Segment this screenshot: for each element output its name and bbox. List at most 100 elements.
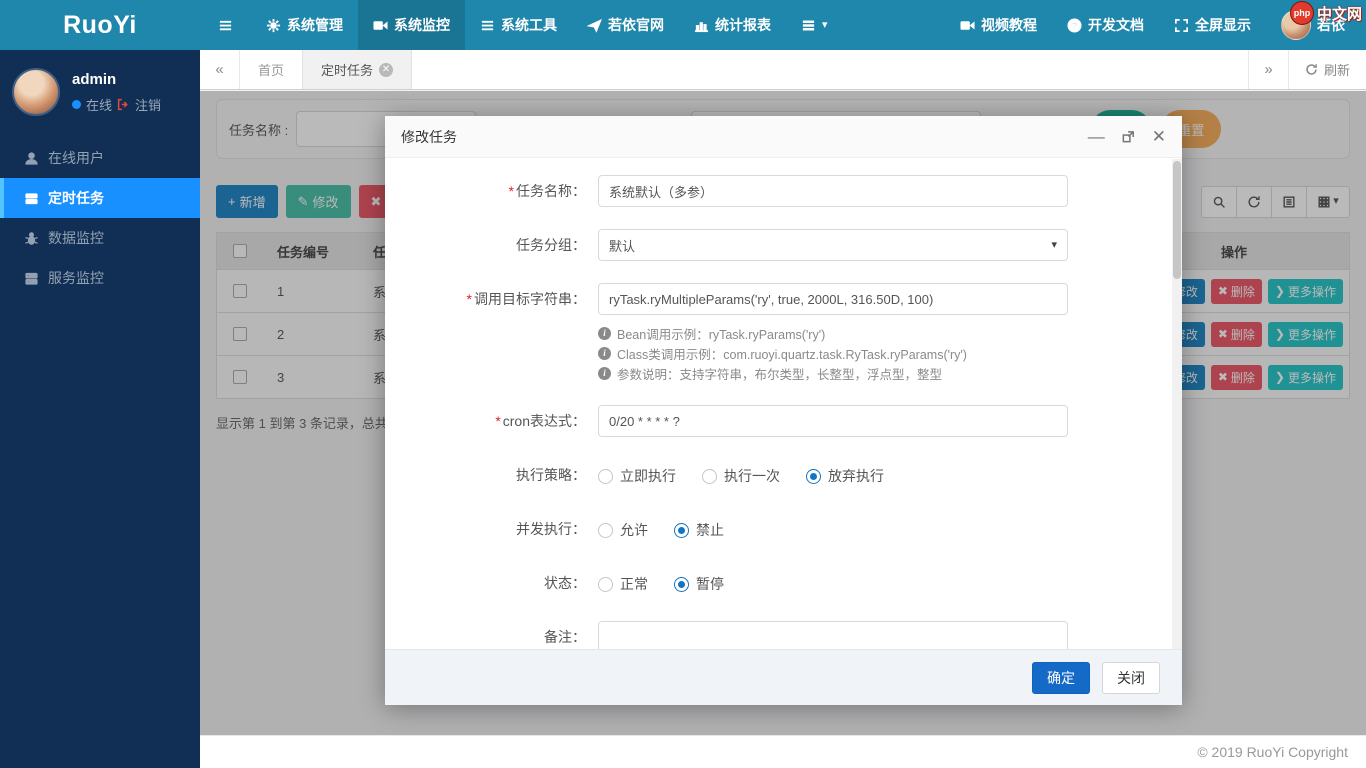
hint-line: iClass类调用示例：com.ruoyi.quartz.task.RyTask… xyxy=(598,343,1068,363)
radio-label: 暂停 xyxy=(696,574,724,594)
form-row-job-group: 任务分组： 默认 ▾ xyxy=(401,229,1172,261)
video-icon xyxy=(960,18,975,33)
app-logo[interactable]: RuoYi xyxy=(0,0,200,50)
close-icon[interactable]: ✕ xyxy=(1152,128,1166,145)
refresh-label: 刷新 xyxy=(1324,60,1350,79)
radio-label: 禁止 xyxy=(696,520,724,540)
policy-label: 执行策略： xyxy=(516,467,586,483)
main-menu: 系统管理 系统监控 系统工具 若依官网 统计报表 ▾ xyxy=(200,0,843,50)
field-label: *cron表达式： xyxy=(401,405,598,437)
required-mark: * xyxy=(509,183,514,199)
field-label: 备注： xyxy=(401,621,598,649)
sidebar-item-label: 数据监控 xyxy=(48,228,104,248)
invoke-target-input[interactable] xyxy=(598,283,1068,315)
sidebar-item-cron-jobs[interactable]: 定时任务 xyxy=(0,178,200,218)
radio-policy-abandon[interactable]: 放弃执行 xyxy=(806,466,884,486)
modal-header: 修改任务 — ✕ xyxy=(385,116,1182,158)
tab-bar: « 首页 定时任务 ✕ » 刷新 xyxy=(200,50,1366,90)
bug-icon xyxy=(24,231,39,246)
info-icon: i xyxy=(598,327,611,340)
watermark-text: 中文网 xyxy=(1317,3,1362,24)
invoke-target-hints: i Bean调用示例：ryTask.ryParams('ry') iClass类调… xyxy=(598,323,1068,383)
list-icon xyxy=(480,18,495,33)
radio-concurrent-allow[interactable]: 允许 xyxy=(598,520,648,540)
field-label: *调用目标字符串： xyxy=(401,283,598,315)
radio-icon xyxy=(806,469,821,484)
scrollbar-thumb[interactable] xyxy=(1173,161,1181,279)
nav-item-video-tutorial[interactable]: 视频教程 xyxy=(945,0,1052,50)
radio-concurrent-forbid[interactable]: 禁止 xyxy=(674,520,724,540)
radio-policy-once[interactable]: 执行一次 xyxy=(702,466,780,486)
form-row-job-name: *任务名称： xyxy=(401,175,1172,207)
sidebar-item-server-monitor[interactable]: 服务监控 xyxy=(0,258,200,298)
site-watermark: php 中文网 xyxy=(1290,1,1362,25)
nav-item-official-site[interactable]: 若依官网 xyxy=(572,0,679,50)
refresh-icon xyxy=(1305,63,1318,76)
cancel-button[interactable]: 关闭 xyxy=(1102,662,1160,694)
radio-status-normal[interactable]: 正常 xyxy=(598,574,648,594)
required-mark: * xyxy=(467,291,472,307)
tab-close-icon[interactable]: ✕ xyxy=(379,63,393,77)
job-group-select[interactable]: 默认 ▾ xyxy=(598,229,1068,261)
job-group-label: 任务分组： xyxy=(516,237,586,253)
logout-icon xyxy=(117,97,130,112)
radio-icon xyxy=(702,469,717,484)
confirm-button[interactable]: 确定 xyxy=(1032,662,1090,694)
nav-item-system-management[interactable]: 系统管理 xyxy=(251,0,358,50)
sidebar-item-label: 在线用户 xyxy=(48,148,104,168)
radio-icon xyxy=(598,523,613,538)
online-label: 在线 xyxy=(86,95,112,114)
logout-link[interactable]: 注销 xyxy=(135,95,161,114)
nav-item-dev-docs[interactable]: ? 开发文档 xyxy=(1052,0,1159,50)
nav-item-system-tools[interactable]: 系统工具 xyxy=(465,0,572,50)
radio-icon xyxy=(674,523,689,538)
nav-item-label: 视频教程 xyxy=(981,15,1037,35)
video-icon xyxy=(373,18,388,33)
info-icon: i xyxy=(598,347,611,360)
php-badge-icon: php xyxy=(1290,1,1314,25)
hamburger-icon xyxy=(218,18,233,33)
caret-down-icon: ▾ xyxy=(822,20,828,31)
field-label: 任务分组： xyxy=(401,229,598,261)
sidebar-toggle-button[interactable] xyxy=(200,0,251,50)
radio-label: 允许 xyxy=(620,520,648,540)
nav-item-label: 系统监控 xyxy=(394,15,450,35)
sidebar-item-label: 服务监控 xyxy=(48,268,104,288)
copyright: © 2019 RuoYi Copyright xyxy=(1197,744,1348,760)
nav-item-fullscreen[interactable]: 全屏显示 xyxy=(1159,0,1266,50)
refresh-tab-button[interactable]: 刷新 xyxy=(1288,50,1366,89)
maximize-icon[interactable] xyxy=(1121,129,1136,144)
modal-footer: 确定 关闭 xyxy=(385,649,1182,705)
hint-text: Bean调用示例：ryTask.ryParams('ry') xyxy=(617,324,825,343)
invoke-target-label: 调用目标字符串： xyxy=(474,291,586,307)
tabs-scroll-right-button[interactable]: » xyxy=(1248,50,1288,89)
cron-label: cron表达式： xyxy=(503,413,586,429)
avatar[interactable] xyxy=(12,68,60,116)
tabs-scroll-left-button[interactable]: « xyxy=(200,50,240,89)
tab-label: 首页 xyxy=(258,60,284,79)
tasks-icon xyxy=(24,191,39,206)
sidebar-item-label: 定时任务 xyxy=(48,188,104,208)
radio-policy-immediate[interactable]: 立即执行 xyxy=(598,466,676,486)
tab-cron-jobs[interactable]: 定时任务 ✕ xyxy=(302,50,412,89)
nav-item-statistics[interactable]: 统计报表 xyxy=(679,0,786,50)
policy-radio-group: 立即执行 执行一次 放弃执行 xyxy=(598,459,1068,486)
remark-textarea[interactable] xyxy=(598,621,1068,649)
user-status-row: 在线 注销 xyxy=(72,95,161,114)
field-label: *任务名称： xyxy=(401,175,598,207)
radio-label: 执行一次 xyxy=(724,466,780,486)
minimize-icon[interactable]: — xyxy=(1088,128,1105,145)
tab-home[interactable]: 首页 xyxy=(240,50,302,89)
job-name-input[interactable] xyxy=(598,175,1068,207)
radio-status-paused[interactable]: 暂停 xyxy=(674,574,724,594)
status-radio-group: 正常 暂停 xyxy=(598,567,1068,594)
sidebar-item-data-monitor[interactable]: 数据监控 xyxy=(0,218,200,258)
sidebar-item-online-users[interactable]: 在线用户 xyxy=(0,138,200,178)
tab-label: 定时任务 xyxy=(321,60,373,79)
user-icon xyxy=(24,151,39,166)
cron-expression-input[interactable] xyxy=(598,405,1068,437)
nav-menu-dropdown[interactable]: ▾ xyxy=(786,0,843,50)
concurrent-radio-group: 允许 禁止 xyxy=(598,513,1068,540)
edit-job-modal: 修改任务 — ✕ *任务名称： 任务分组： 默认 ▾ xyxy=(385,116,1182,705)
nav-item-system-monitor[interactable]: 系统监控 xyxy=(358,0,465,50)
